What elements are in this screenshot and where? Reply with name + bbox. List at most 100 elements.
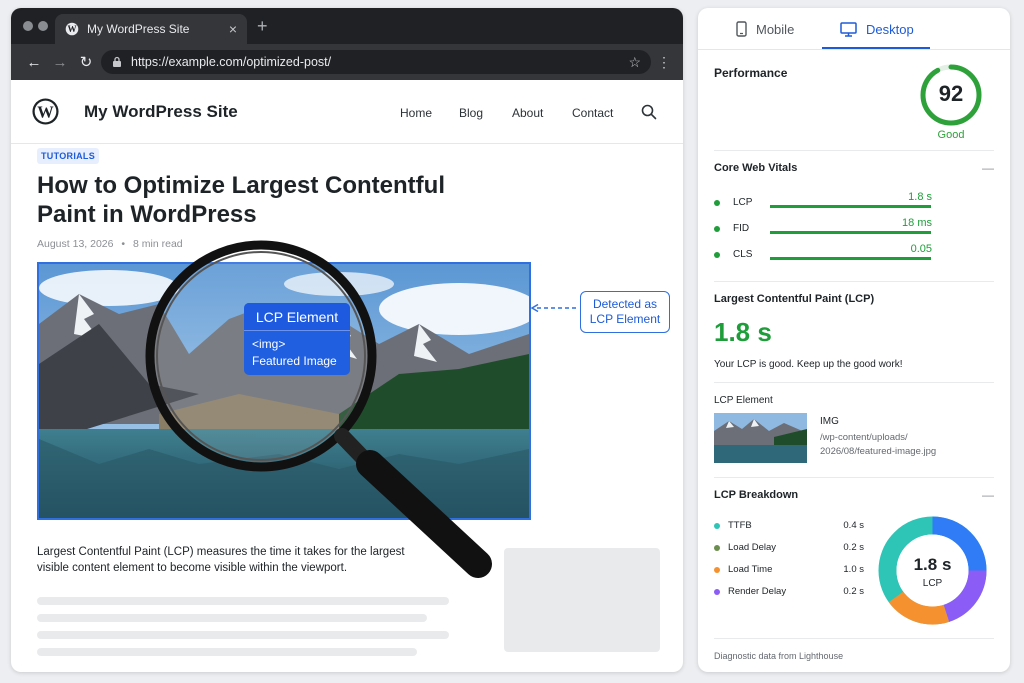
breakdown-name: TTFB [728, 520, 752, 531]
post-category-badge[interactable]: TUTORIALS [37, 148, 100, 164]
mobile-icon [736, 21, 747, 37]
new-tab-icon[interactable]: + [257, 16, 268, 37]
detected-line-1: Detected as [592, 297, 658, 311]
collapse-breakdown-icon[interactable]: — [982, 488, 994, 502]
tab-desktop[interactable]: Desktop [840, 8, 914, 50]
vital-bar [770, 231, 931, 234]
status-dot [714, 226, 720, 232]
site-header: W My WordPress Site Home Blog About Cont… [11, 80, 683, 144]
lcp-message: Your LCP is good. Keep up the good work! [714, 359, 903, 370]
wordpress-favicon-icon: W [65, 22, 79, 36]
lock-icon [113, 56, 121, 67]
collapse-vitals-icon[interactable]: — [982, 161, 994, 175]
lcp-section-title: Largest Contentful Paint (LCP) [714, 293, 875, 305]
svg-text:W: W [67, 24, 76, 34]
browser-window: W My WordPress Site × + ← → ↻ https://ex… [11, 8, 683, 672]
footer-note: Diagnostic data from Lighthouse [714, 651, 844, 661]
lcp-value: 1.8 s [714, 317, 772, 347]
donut-center-label: LCP [922, 578, 943, 589]
thumbnail-image [714, 413, 807, 463]
read-time: 8 min read [133, 238, 183, 250]
tab-mobile[interactable]: Mobile [736, 8, 794, 50]
detected-line-2: LCP Element [589, 312, 661, 326]
vital-name: FID [733, 223, 750, 234]
reload-icon[interactable]: ↻ [73, 53, 99, 71]
performance-title: Performance [714, 66, 788, 80]
post-title: How to Optimize Largest Contentful Paint… [37, 172, 445, 228]
forward-icon[interactable]: → [47, 54, 73, 71]
post-date: August 13, 2026 [37, 238, 114, 250]
search-icon[interactable] [641, 104, 657, 120]
nav-contact[interactable]: Contact [572, 106, 613, 120]
lcp-badge-title: LCP Element [244, 303, 350, 331]
browser-tab-bar: W My WordPress Site × + [11, 8, 683, 44]
skeleton-line [37, 614, 427, 622]
divider [714, 150, 994, 151]
legend-dot [714, 589, 720, 595]
window-control-close[interactable] [23, 21, 33, 31]
breakdown-row: Load Delay 0.2 s [714, 542, 864, 554]
breakdown-row: Render Delay 0.2 s [714, 586, 864, 598]
lcp-element-badge: LCP Element <img> Featured Image [244, 303, 350, 375]
active-tab-indicator [822, 47, 930, 49]
post-meta: August 13, 2026 • 8 min read [37, 238, 183, 250]
nav-about[interactable]: About [512, 106, 543, 120]
vital-value: 18 ms [902, 217, 932, 229]
site-title[interactable]: My WordPress Site [84, 102, 238, 122]
breakdown-value: 1.0 s [843, 564, 864, 575]
breakdown-value: 0.2 s [843, 586, 864, 597]
breakdown-name: Load Time [728, 564, 773, 575]
lcp-badge-tag: <img> [252, 337, 286, 351]
vital-bar [770, 205, 931, 208]
featured-image [37, 262, 531, 520]
skeleton-line [37, 597, 449, 605]
status-dot [714, 200, 720, 206]
back-icon[interactable]: ← [21, 54, 47, 71]
bookmark-star-icon[interactable]: ☆ [628, 54, 641, 71]
post-description: Largest Contentful Paint (LCP) measures … [37, 546, 405, 574]
browser-menu-icon[interactable]: ⋮ [657, 54, 671, 71]
vital-value: 1.8 s [908, 191, 932, 203]
vital-row-fid: FID 18 ms [714, 217, 994, 236]
skeleton-line [37, 631, 449, 639]
meta-separator: • [121, 238, 126, 250]
tab-title: My WordPress Site [87, 22, 190, 36]
divider [714, 382, 994, 383]
skeleton-sidebar-block [504, 548, 660, 652]
dashed-arrow-icon [531, 304, 579, 312]
performance-score-label: Good [937, 129, 965, 141]
breakdown-row: TTFB 0.4 s [714, 520, 864, 532]
device-tabs: Mobile Desktop [698, 8, 1010, 50]
divider [714, 638, 994, 639]
vital-bar [770, 257, 931, 260]
legend-dot [714, 523, 720, 529]
nav-blog[interactable]: Blog [459, 106, 483, 120]
svg-text:W: W [37, 102, 54, 121]
donut-center-value: 1.8 s [913, 555, 952, 574]
breakdown-name: Render Delay [728, 586, 787, 597]
lcp-element-thumbnail[interactable] [714, 413, 807, 463]
breakdown-row: Load Time 1.0 s [714, 564, 864, 576]
legend-dot [714, 545, 720, 551]
nav-home[interactable]: Home [400, 106, 432, 120]
desktop-icon [840, 21, 857, 37]
status-dot [714, 252, 720, 258]
address-bar: ← → ↻ https://example.com/optimized-post… [11, 44, 683, 80]
window-control-minimize[interactable] [38, 21, 48, 31]
wordpress-logo-icon[interactable]: W [31, 97, 60, 126]
url-field[interactable]: https://example.com/optimized-post/ ☆ [101, 50, 651, 74]
tab-mobile-label: Mobile [756, 21, 795, 37]
browser-tab[interactable]: W My WordPress Site × [55, 14, 247, 44]
lcp-element-tag: IMG [820, 416, 839, 427]
performance-score: 92 [938, 81, 964, 106]
lcp-element-title: LCP Element [714, 395, 773, 406]
legend-dot [714, 567, 720, 573]
divider [714, 477, 994, 478]
core-web-vitals-title: Core Web Vitals [714, 162, 798, 174]
tab-desktop-label: Desktop [866, 21, 914, 37]
vital-name: CLS [733, 249, 753, 260]
tab-close-icon[interactable]: × [229, 21, 237, 37]
lcp-breakdown-title: LCP Breakdown [714, 489, 799, 501]
url-text: https://example.com/optimized-post/ [131, 55, 332, 69]
vital-row-cls: CLS 0.05 [714, 243, 994, 262]
